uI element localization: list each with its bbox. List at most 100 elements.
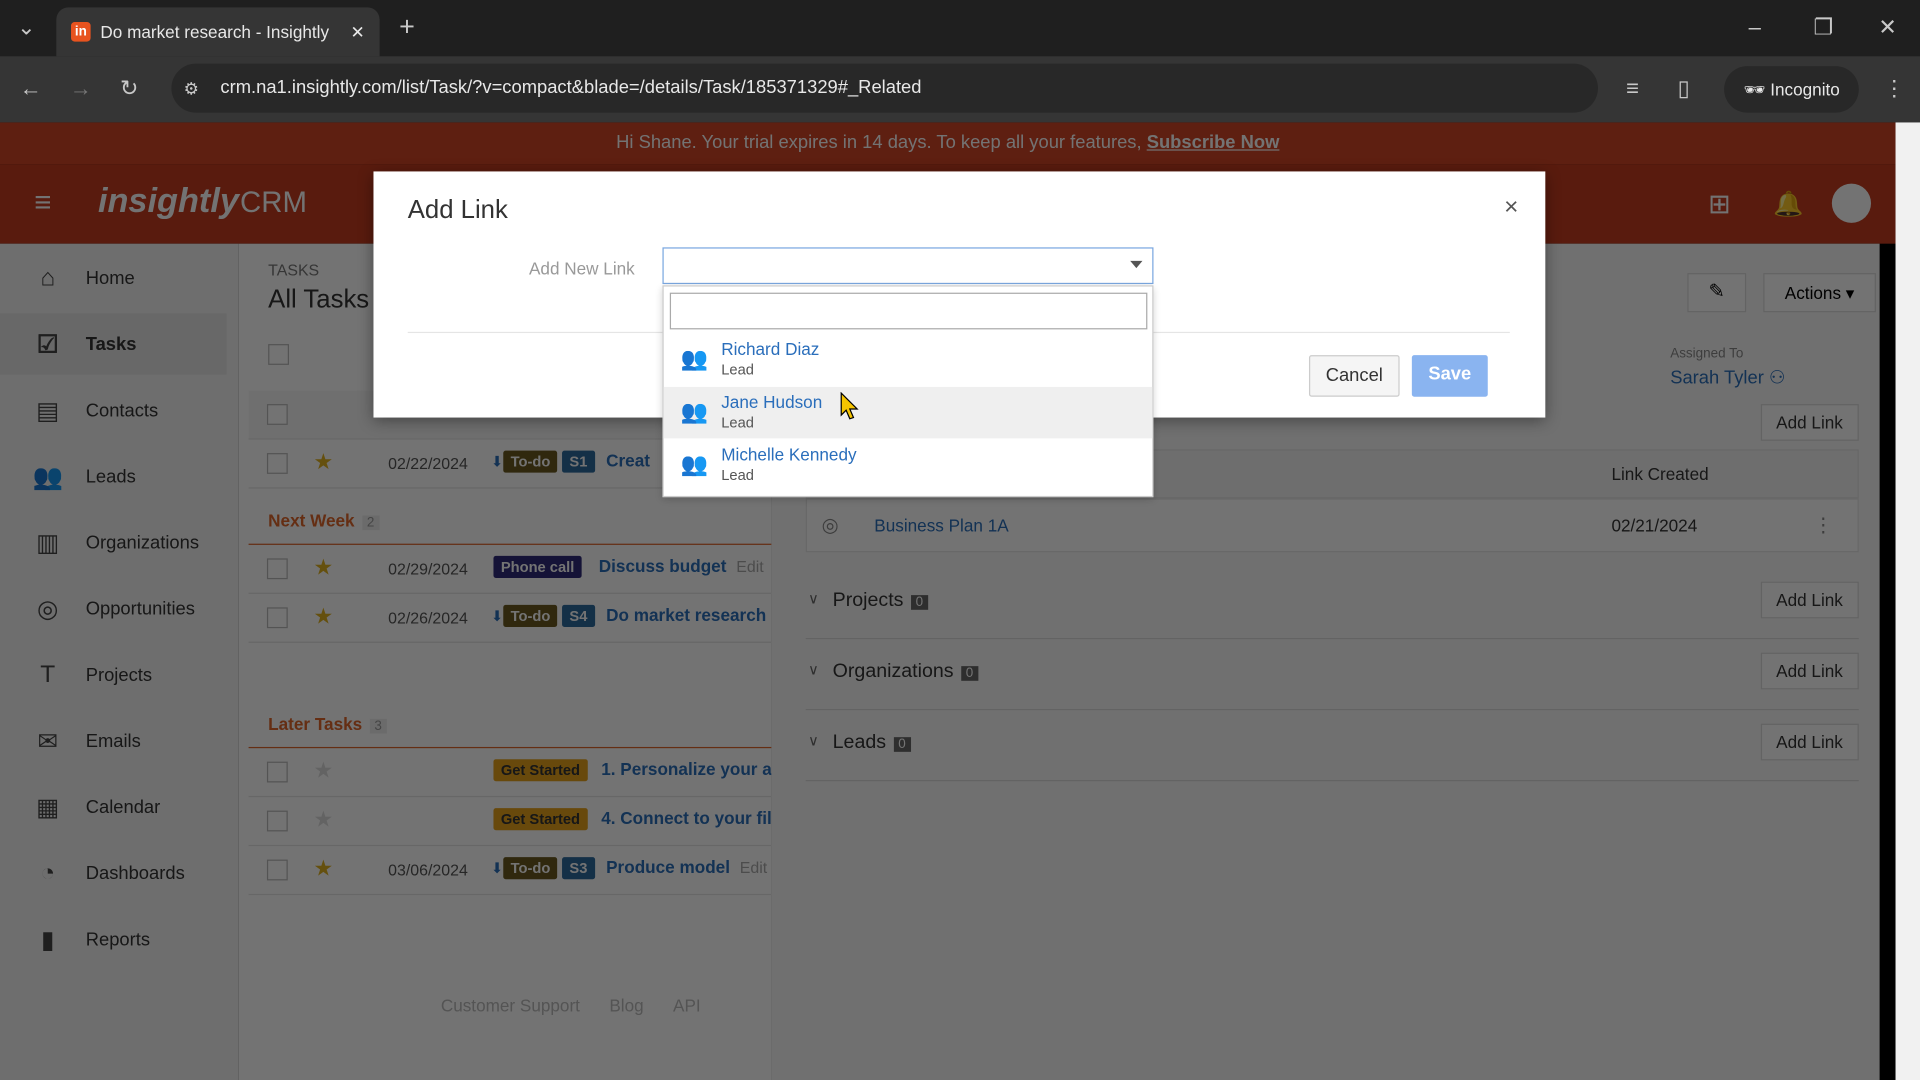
task-edit-link[interactable]: Edit — [740, 858, 767, 876]
dropdown-option[interactable]: 👥 Jane Hudson Lead — [663, 386, 1153, 439]
hamburger-menu-icon[interactable]: ≡ — [34, 186, 51, 220]
sidebar-item-label: Opportunities — [85, 598, 195, 619]
section-title[interactable]: Leads 0 — [833, 732, 911, 754]
sidebar-item-leads[interactable]: 👥 Leads — [0, 446, 227, 507]
task-checkbox[interactable] — [266, 859, 288, 881]
star-icon[interactable]: ★ — [313, 449, 333, 475]
pin-icon: T — [40, 660, 56, 688]
collapse-chevron-icon[interactable]: ∨ — [808, 590, 819, 607]
lead-person-icon: 👥 — [680, 399, 709, 424]
task-row[interactable]: ★ 03/06/2024 ⬇ To-do S3 Produce model Edit — [248, 846, 772, 896]
task-checkbox[interactable] — [266, 404, 288, 425]
task-checkbox[interactable] — [266, 810, 288, 832]
priority-arrow-icon: ⬇ — [491, 607, 504, 625]
priority-arrow-icon: ⬇ — [491, 859, 504, 877]
task-checkbox[interactable] — [266, 453, 288, 474]
add-link-button[interactable]: Add Link — [1760, 581, 1859, 619]
sidebar-item-organizations[interactable]: ▥ Organizations — [0, 512, 227, 573]
sidebar-item-reports[interactable]: ▮ Reports — [0, 909, 227, 970]
save-button[interactable]: Save — [1411, 355, 1488, 397]
star-icon[interactable]: ★ — [313, 604, 333, 630]
dropdown-option[interactable]: 👥 Michelle Kennedy Lead — [664, 440, 1153, 491]
section-title[interactable]: Projects 0 — [833, 590, 929, 612]
customer-support-link[interactable]: Customer Support — [441, 996, 580, 1016]
banner-text: Hi Shane. Your trial expires in 14 days.… — [616, 132, 1142, 154]
dropdown-search-input[interactable] — [669, 292, 1148, 330]
cancel-button[interactable]: Cancel — [1308, 355, 1400, 397]
task-date: 02/22/2024 — [388, 454, 468, 473]
star-icon[interactable]: ★ — [313, 555, 333, 581]
task-title-group: Produce model Edit — [606, 857, 767, 877]
collapse-chevron-icon[interactable]: ∨ — [808, 732, 819, 749]
task-checkbox[interactable] — [266, 761, 288, 783]
task-row[interactable]: ★ 02/26/2024 ⬇ To-do S4 Do market research — [248, 594, 772, 643]
notification-bell-icon[interactable]: 🔔 — [1773, 189, 1803, 220]
opportunity-link-row: ◎ Business Plan 1A 02/21/2024 ⋮ — [805, 498, 1859, 553]
star-icon[interactable]: ★ — [313, 807, 333, 833]
add-new-link-select[interactable] — [662, 247, 1154, 285]
task-edit-link[interactable]: Edit — [736, 557, 763, 575]
sidebar-item-label: Home — [85, 267, 135, 289]
task-title-link[interactable]: Creat — [606, 451, 650, 471]
star-icon[interactable]: ★ — [313, 856, 333, 882]
breadcrumb[interactable]: TASKS — [268, 261, 319, 279]
group-name: Later Tasks — [268, 713, 363, 734]
add-icon[interactable]: ⊞ — [1708, 189, 1731, 221]
row-menu-kebab-icon[interactable]: ⋮ — [1813, 513, 1833, 537]
task-row[interactable]: ★ Get Started 1. Personalize your a — [248, 748, 772, 798]
modal-title: Add Link — [407, 195, 508, 225]
sidebar-item-label: Calendar — [85, 796, 161, 818]
sidebar-item-calendar[interactable]: ▦ Calendar — [0, 776, 227, 837]
task-title-group: Discuss budget Edit — [599, 556, 764, 576]
add-link-button[interactable]: Add Link — [1760, 723, 1859, 761]
user-avatar-icon[interactable] — [1831, 183, 1872, 223]
reassign-icon[interactable]: ⚇ — [1769, 367, 1785, 388]
task-title-link[interactable]: Produce model — [606, 857, 730, 877]
opportunity-link[interactable]: Business Plan 1A — [874, 516, 1008, 536]
priority-arrow-icon: ⬇ — [491, 453, 504, 471]
sidebar-item-home[interactable]: ⌂ Home — [0, 247, 227, 308]
modal-close-icon[interactable]: × — [1504, 193, 1518, 221]
task-checkbox[interactable] — [266, 607, 288, 629]
assigned-to-value[interactable]: Sarah Tyler ⚇ — [1670, 366, 1785, 388]
section-title[interactable]: Organizations 0 — [833, 661, 979, 683]
sidebar-item-emails[interactable]: ✉ Emails — [0, 710, 227, 771]
task-group-header[interactable]: Later Tasks 3 — [268, 714, 387, 734]
task-title-link[interactable]: 4. Connect to your fil — [601, 808, 771, 828]
link-created-date: 02/21/2024 — [1611, 515, 1698, 536]
sidebar-item-contacts[interactable]: ▤ Contacts — [0, 380, 227, 441]
api-link[interactable]: API — [673, 996, 701, 1016]
option-name: Michelle Kennedy — [721, 444, 857, 465]
add-link-button-opportunities[interactable]: Add Link — [1760, 404, 1859, 441]
sidebar-item-opportunities[interactable]: ◎ Opportunities — [0, 578, 227, 639]
blog-link[interactable]: Blog — [609, 996, 643, 1016]
task-checkbox[interactable] — [266, 558, 288, 580]
sidebar-item-projects[interactable]: T Projects — [0, 644, 227, 705]
task-row[interactable]: ★ Get Started 4. Connect to your fil — [248, 797, 772, 847]
task-title-link[interactable]: Discuss budget — [599, 556, 727, 576]
dropdown-option[interactable]: 👥 Richard Diaz Lead — [664, 334, 1153, 385]
actions-dropdown[interactable]: Actions ▾ — [1763, 273, 1876, 313]
insightly-logo[interactable]: insightly — [98, 181, 239, 220]
sidebar-item-label: Tasks — [85, 333, 137, 355]
task-status-badge: Phone call — [493, 555, 582, 578]
task-row[interactable]: ★ 02/29/2024 Phone call Discuss budget Edit — [248, 545, 772, 594]
add-link-button[interactable]: Add Link — [1760, 652, 1859, 690]
task-title-link[interactable]: Do market research — [606, 605, 766, 625]
edit-pencil-icon[interactable]: ✎ — [1687, 273, 1747, 313]
task-title-link[interactable]: 1. Personalize your a — [601, 759, 771, 779]
page-scrollbar[interactable] — [1895, 122, 1920, 1080]
sidebar: ⌂ Home ☑ Tasks ▤ Contacts 👥 Leads ▥ Organizations… — [0, 243, 239, 1080]
related-section-leads: ∨ Leads 0 Add Link — [805, 710, 1859, 782]
dropdown-caret-icon — [1130, 260, 1143, 269]
task-group-header[interactable]: Next Week 2 — [268, 511, 380, 531]
sidebar-item-label: Dashboards — [85, 862, 185, 884]
sidebar-item-label: Contacts — [85, 399, 159, 421]
star-icon[interactable]: ★ — [313, 758, 333, 784]
subscribe-link[interactable]: Subscribe Now — [1147, 132, 1280, 153]
sidebar-item-dashboards[interactable]: ◔ Dashboards — [0, 842, 227, 903]
group-count: 2 — [361, 515, 380, 531]
sidebar-item-tasks[interactable]: ☑ Tasks — [0, 313, 227, 375]
collapse-chevron-icon[interactable]: ∨ — [808, 661, 819, 678]
select-all-checkbox[interactable] — [268, 344, 289, 365]
